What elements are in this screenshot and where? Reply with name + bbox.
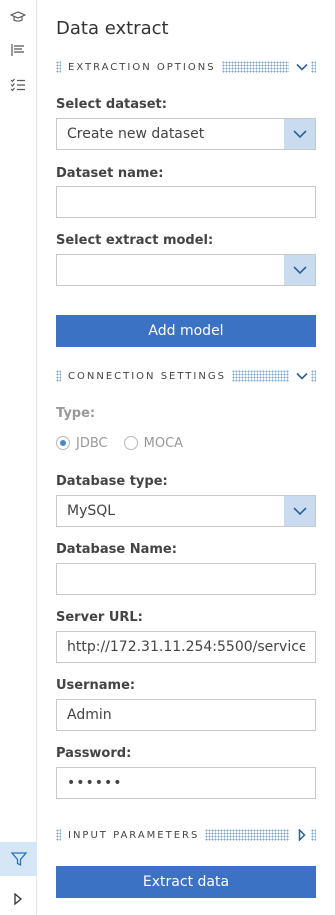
select-model-dropdown[interactable] — [56, 254, 316, 286]
graduation-cap-icon[interactable] — [9, 8, 27, 26]
database-type-value: MySQL — [67, 503, 116, 519]
username-label: Username: — [56, 678, 136, 693]
list-flag-icon[interactable] — [9, 41, 27, 59]
play-icon[interactable] — [9, 890, 27, 908]
chevron-down-icon[interactable] — [295, 60, 309, 74]
select-model-label: Select extract model: — [56, 233, 214, 248]
filter-icon[interactable] — [0, 842, 37, 876]
chevron-down-icon[interactable] — [295, 369, 309, 383]
header-dots — [311, 61, 316, 73]
server-url-input[interactable]: http://172.31.11.254:5500/service — [56, 631, 316, 663]
password-input[interactable]: •••••• — [56, 767, 316, 799]
chevron-down-icon[interactable] — [284, 119, 315, 149]
type-label: Type: — [56, 406, 96, 421]
header-dots — [221, 61, 289, 73]
header-dots — [231, 370, 289, 382]
select-dataset-dropdown[interactable]: Create new dataset — [56, 118, 316, 150]
username-input[interactable]: Admin — [56, 699, 316, 731]
radio-selected-dot — [60, 440, 66, 446]
header-dots — [56, 61, 61, 73]
database-name-input[interactable] — [56, 563, 316, 595]
section-label: EXTRACTION OPTIONS — [68, 61, 216, 73]
select-dataset-value: Create new dataset — [67, 126, 205, 142]
type-radio-group: JDBC MOCA — [56, 434, 183, 452]
section-label: CONNECTION SETTINGS — [68, 370, 226, 382]
chevron-right-icon[interactable] — [295, 828, 309, 842]
server-url-value: http://172.31.11.254:5500/service — [67, 639, 305, 655]
connection-settings-header[interactable]: CONNECTION SETTINGS — [56, 368, 316, 384]
password-value: •••••• — [67, 775, 123, 791]
input-parameters-header[interactable]: INPUT PARAMETERS — [56, 827, 316, 843]
database-type-dropdown[interactable]: MySQL — [56, 495, 316, 527]
header-dots — [311, 829, 316, 841]
header-dots — [205, 829, 289, 841]
radio-jdbc-label: JDBC — [76, 435, 108, 451]
header-dots — [56, 829, 61, 841]
password-label: Password: — [56, 746, 132, 761]
header-dots — [311, 370, 316, 382]
username-value: Admin — [67, 707, 112, 723]
chevron-down-icon[interactable] — [284, 255, 315, 285]
header-dots — [56, 370, 61, 382]
radio-moca-label: MOCA — [143, 435, 184, 451]
database-type-label: Database type: — [56, 474, 168, 489]
radio-moca[interactable] — [123, 436, 138, 450]
chevron-down-icon[interactable] — [284, 496, 315, 526]
extract-data-button[interactable]: Extract data — [56, 866, 316, 898]
select-dataset-label: Select dataset: — [56, 97, 167, 112]
extraction-options-header[interactable]: EXTRACTION OPTIONS — [56, 59, 316, 75]
checklist-icon[interactable] — [9, 75, 27, 93]
dataset-name-label: Dataset name: — [56, 166, 164, 181]
dataset-name-input[interactable] — [56, 186, 316, 218]
server-url-label: Server URL: — [56, 610, 143, 625]
database-name-label: Database Name: — [56, 542, 177, 557]
panel-title: Data extract — [56, 18, 169, 39]
section-label: INPUT PARAMETERS — [68, 829, 200, 841]
add-model-button[interactable]: Add model — [56, 315, 316, 347]
radio-jdbc[interactable] — [56, 436, 70, 450]
left-rail — [0, 0, 37, 915]
